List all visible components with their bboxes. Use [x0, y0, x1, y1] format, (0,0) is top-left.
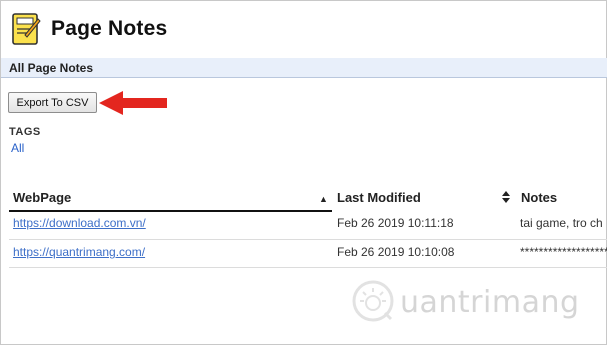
export-csv-button[interactable]: Export To CSV	[8, 92, 97, 113]
app-title: Page Notes	[51, 17, 168, 40]
tags-label: TAGS	[9, 126, 41, 138]
column-header-notes[interactable]: Notes	[521, 190, 557, 205]
watermark-text: uantrimang	[400, 285, 580, 320]
column-header-last-modified[interactable]: Last Modified	[337, 190, 421, 205]
section-title: All Page Notes	[9, 61, 94, 75]
row-last-modified: Feb 26 2019 10:10:08	[337, 245, 455, 259]
row-divider	[9, 267, 607, 268]
section-header: All Page Notes	[1, 58, 607, 78]
tag-all-link[interactable]: All	[11, 141, 24, 155]
notepad-icon	[12, 13, 41, 45]
sort-ascending-icon[interactable]: ▲	[319, 194, 328, 204]
row-webpage-link[interactable]: https://quantrimang.com/	[13, 245, 145, 259]
row-divider	[9, 239, 607, 240]
row-notes: **************************	[520, 245, 607, 259]
row-webpage-link[interactable]: https://download.com.vn/	[13, 216, 146, 230]
row-notes: tai game, tro ch	[520, 216, 603, 230]
row-last-modified: Feb 26 2019 10:11:18	[337, 216, 454, 230]
header-divider	[9, 210, 332, 212]
red-arrow-icon	[99, 91, 167, 115]
sort-toggle-icon[interactable]	[502, 191, 510, 203]
column-header-webpage[interactable]: WebPage	[13, 190, 71, 205]
app-header: Page Notes	[11, 9, 167, 49]
